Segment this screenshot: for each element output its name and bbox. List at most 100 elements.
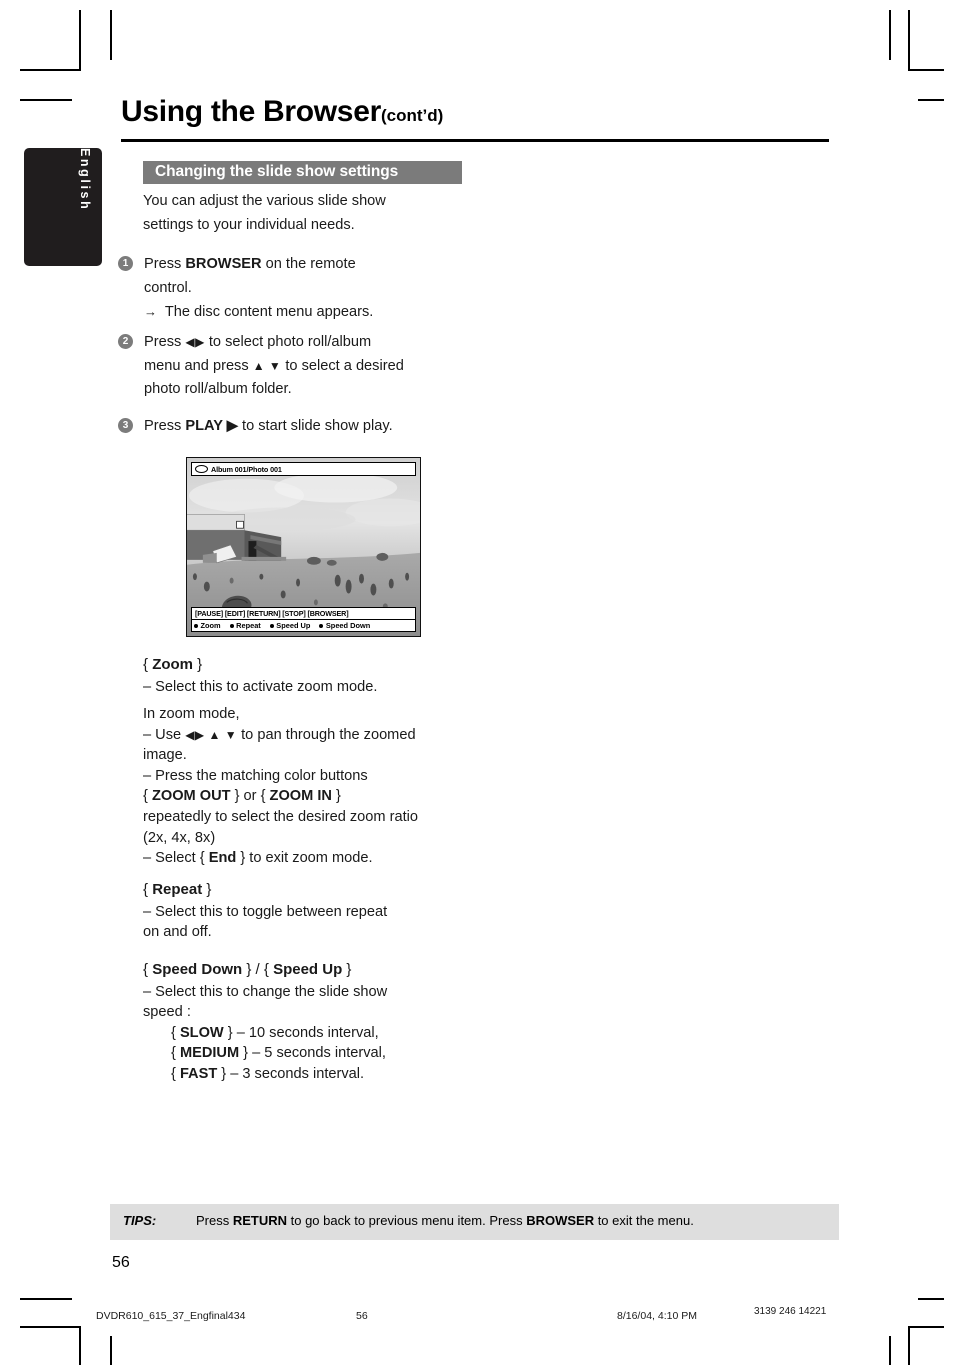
color-dot-icon (229, 623, 234, 628)
page-number: 56 (112, 1254, 130, 1271)
speed-down-label: Speed Down (152, 961, 243, 978)
zoom-description-block: { Zoom } – Select this to activate zoom … (143, 655, 463, 697)
tips-label: TIPS: (123, 1213, 157, 1228)
play-key-label: PLAY ▶ (185, 418, 238, 434)
section-heading-bar: Changing the slide show settings (143, 161, 462, 184)
speed-heading-open: { (143, 961, 153, 978)
zoom-line-1: – Select this to activate zoom mode. (143, 678, 378, 695)
print-footer-code: 3139 246 14221 (754, 1306, 827, 1317)
zoom-mode-intro: In zoom mode, (143, 706, 240, 722)
section-heading-label: Changing the slide show settings (155, 163, 399, 180)
step-3: 3 Press PLAY ▶ to start slide show play. (118, 415, 463, 439)
zoom-pan-line-cont: image. (143, 747, 187, 764)
step-1-result: The disc content menu appears. (164, 304, 374, 320)
speed-line-2: speed : (143, 1004, 191, 1021)
repeat-description-block: { Repeat } – Select this to toggle betwe… (143, 880, 463, 943)
speed-option-medium: { MEDIUM } – 5 seconds interval, (143, 1043, 463, 1064)
end-label: End (208, 850, 237, 867)
repeat-heading: { Repeat } (143, 880, 463, 901)
zoom-end-line: – Select { End } to exit zoom mode. (143, 848, 463, 869)
document-page: English Using the Browser(cont’d) Changi… (0, 0, 954, 1365)
zoom-color-buttons-line: – Press the matching color buttons (143, 767, 368, 784)
repeat-heading-close: } (202, 881, 212, 898)
step-3-line1-a: Press (144, 418, 186, 434)
speed-option-slow-open: { (171, 1024, 180, 1041)
step-1-keyword: BROWSER (185, 256, 262, 272)
zoom-pan-line: – Use ◀▶ ▲ ▼ to pan through the zoomed (143, 725, 463, 746)
section-intro: You can adjust the various slide show se… (143, 190, 458, 237)
crop-mark-top-left-h (20, 69, 81, 71)
tv-color-button-speed-down[interactable]: Speed Down (319, 621, 370, 630)
step-1-line1-a: Press (144, 256, 186, 272)
tv-color-button-speed-up-label: Speed Up (276, 621, 311, 630)
crop-mark-bottom-left-bleed-h (20, 1298, 72, 1300)
speed-heading: { Speed Down } / { Speed Up } (143, 960, 463, 981)
tips-return-key: RETURN (232, 1213, 288, 1228)
tips-browser-key: BROWSER (526, 1213, 595, 1228)
repeat-heading-bold: Repeat (152, 881, 203, 898)
zoom-heading-open: { (143, 656, 153, 673)
zoom-heading: { Zoom } (143, 655, 463, 676)
crop-mark-top-right-bleed-v (889, 10, 891, 60)
speed-option-slow-close: } – 10 seconds interval, (223, 1024, 379, 1041)
speed-up-label: Speed Up (273, 961, 343, 978)
section-intro-line1: You can adjust the various slide show (143, 193, 386, 209)
tv-color-button-zoom[interactable]: Zoom (194, 621, 221, 630)
tv-bottom-bar: [PAUSE] [EDIT] [RETURN] [STOP] [BROWSER]… (191, 607, 416, 632)
zoom-io-c: } or { (230, 788, 270, 805)
page-title-main: Using the Browser (121, 95, 381, 128)
color-dot-icon (194, 623, 198, 628)
crop-mark-bottom-left-h (20, 1326, 81, 1328)
tips-text-a: Press (196, 1213, 233, 1228)
speed-option-slow-name: SLOW (179, 1024, 224, 1041)
step-2-line1-a: Press (144, 334, 186, 350)
repeat-heading-open: { (143, 881, 153, 898)
zoom-in-label: ZOOM IN (269, 788, 332, 805)
left-right-arrows-icon: ◀▶ (185, 335, 205, 349)
crop-mark-top-left-v (79, 10, 81, 70)
tv-color-button-speed-up[interactable]: Speed Up (269, 621, 311, 630)
speed-option-fast-close: } – 3 seconds interval. (217, 1065, 365, 1082)
step-2-body: Press ◀▶ to select photo roll/album menu… (144, 331, 463, 402)
tv-color-button-speed-down-label: Speed Down (325, 621, 371, 630)
section-intro-line2: settings to your individual needs. (143, 216, 355, 233)
tv-color-button-zoom-label: Zoom (200, 621, 221, 630)
page-title-contd: (cont’d) (380, 106, 444, 125)
tips-text-e: to exit the menu. (594, 1213, 694, 1228)
language-tab-label: English (78, 148, 92, 212)
zoom-in-out-line: { ZOOM OUT } or { ZOOM IN } (143, 786, 463, 807)
color-dot-icon (269, 623, 274, 628)
crop-mark-top-right-bleed-h (918, 99, 944, 101)
print-footer-date: 8/16/04, 4:10 PM (617, 1310, 697, 1322)
tv-screen-illustration: Album 001/Photo 001 [PAUSE] [EDIT] [RETU… (186, 457, 421, 637)
speed-option-fast-name: FAST (179, 1065, 218, 1082)
step-2-line3: photo roll/album folder. (144, 381, 292, 397)
step-3-number: 3 (118, 418, 133, 433)
repeat-line-1: – Select this to toggle between repeat (143, 903, 388, 920)
crop-mark-bottom-left-v (79, 1326, 81, 1365)
step-1-number: 1 (118, 256, 133, 271)
crop-mark-top-left-bleed-h (20, 99, 72, 101)
step-3-body: Press PLAY ▶ to start slide show play. (144, 415, 463, 439)
up-down-arrows-icon: ▲ ▼ (252, 358, 282, 373)
tv-color-button-repeat[interactable]: Repeat (229, 621, 261, 630)
disc-icon (195, 465, 208, 473)
zoom-heading-bold: Zoom (152, 656, 194, 673)
title-rule (121, 139, 829, 142)
pan-arrows-icon: ◀▶ ▲ ▼ (185, 727, 238, 742)
speed-option-medium-open: { (171, 1045, 180, 1062)
zoom-heading-close: } (193, 656, 203, 673)
step-1-line1-c: on the remote (261, 256, 356, 272)
crop-mark-bottom-right-h (908, 1326, 944, 1328)
step-1-body: Press BROWSER on the remote control. → T… (144, 253, 463, 325)
zoom-pan-c: to pan through the zoomed (237, 726, 416, 743)
tips-text: Press RETURN to go back to previous menu… (196, 1213, 694, 1228)
zoom-out-label: ZOOM OUT (151, 788, 231, 805)
zoom-ratio-values: (2x, 4x, 8x) (143, 829, 216, 846)
zoom-io-e: } (331, 788, 341, 805)
tv-title-bar: Album 001/Photo 001 (191, 462, 416, 476)
step-2-number: 2 (118, 334, 133, 349)
speed-option-medium-close: } – 5 seconds interval, (239, 1045, 386, 1062)
language-tab: English (24, 148, 102, 266)
step-2-line2-a: menu and press (144, 357, 253, 374)
